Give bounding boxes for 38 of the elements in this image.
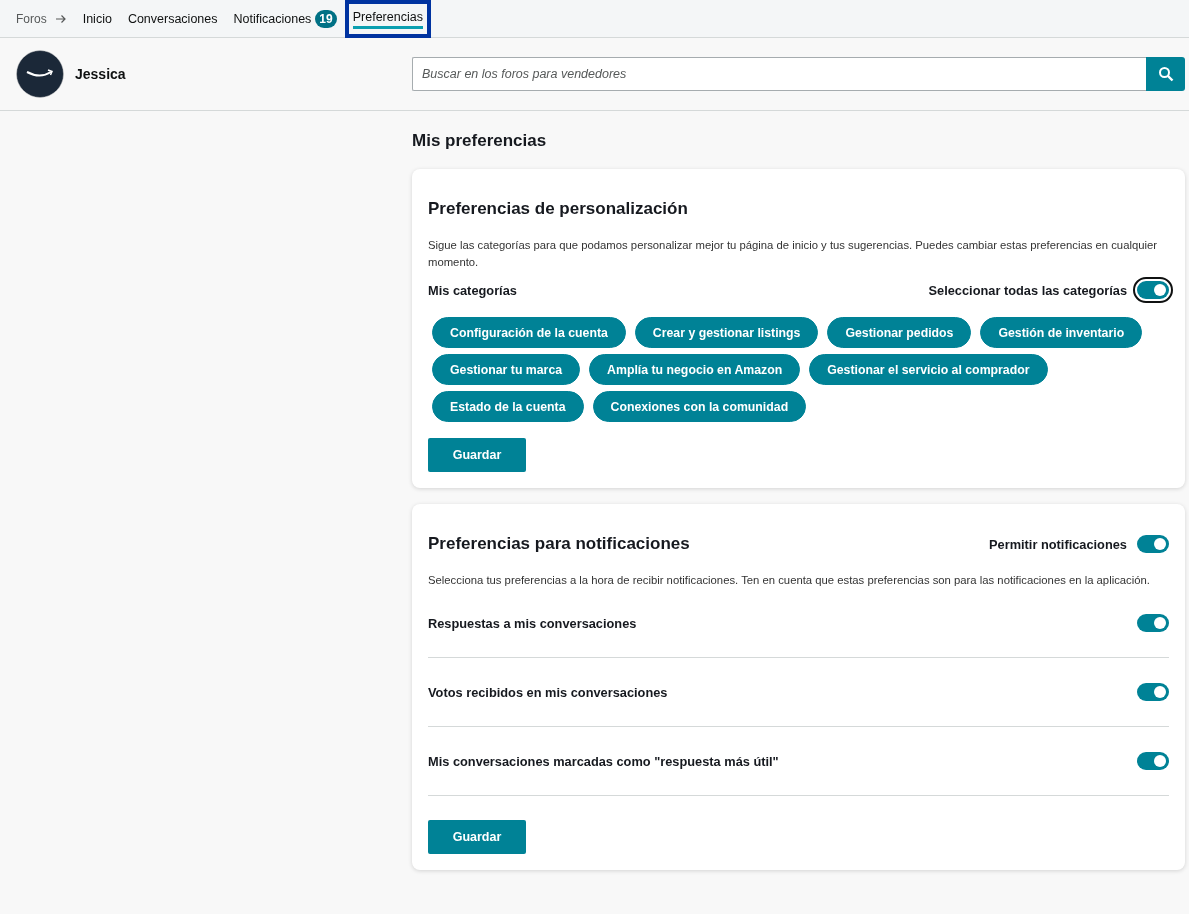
nav-tab[interactable]: Preferencias <box>344 0 431 38</box>
card-title: Preferencias de personalización <box>428 199 689 219</box>
count-badge: 19 <box>315 9 337 28</box>
toggle-switch[interactable] <box>1137 752 1169 770</box>
card-description: Selecciona tus preferencias a la hora de recibir notificaciones. Ten en cuenta que estas preferencias son para las notificaciones en la aplicación. <box>428 573 1151 588</box>
toggle-label: Seleccionar todas las categorías <box>928 282 1127 298</box>
toggle-switch[interactable] <box>1137 535 1169 553</box>
option-label: Respuestas a mis conversaciones <box>428 615 637 631</box>
category-chip[interactable]: Conexiones con la comunidad <box>592 391 807 422</box>
nav-tab[interactable]: Conversaciones <box>119 0 226 38</box>
toggle-label: Permitir notificaciones <box>989 536 1127 552</box>
toggle-switch[interactable] <box>1137 614 1169 632</box>
page-title: Mis preferencias <box>412 131 548 151</box>
avatar <box>16 50 64 98</box>
search-field[interactable]: Buscar en los foros para vendedores <box>412 57 1146 91</box>
save-button[interactable]: Guardar <box>428 438 526 472</box>
category-chip[interactable]: Estado de la cuenta <box>432 391 584 422</box>
category-chip[interactable]: Gestión de inventario <box>980 317 1143 348</box>
search-button[interactable] <box>1146 57 1185 91</box>
save-button[interactable]: Guardar <box>428 820 526 854</box>
breadcrumb-root[interactable]: Foros <box>16 11 47 26</box>
card-description: Sigue las categorías para que podamos personalizar mejor tu página de inicio y tus sugerencias. Puedes cambiar estas preferencias en cualquier momento. <box>428 238 1159 270</box>
section-label: Mis categorías <box>428 282 517 298</box>
card-title: Preferencias para notificaciones <box>428 534 690 554</box>
option-label: Votos recibidos en mis conversaciones <box>428 684 668 700</box>
arrow-right-icon <box>54 12 67 25</box>
category-chip[interactable]: Amplía tu negocio en Amazon <box>589 354 801 385</box>
category-chip[interactable]: Gestionar tu marca <box>432 354 581 385</box>
nav-tab[interactable]: Notificaciones 19 <box>225 0 345 38</box>
category-chip[interactable]: Crear y gestionar listings <box>634 317 819 348</box>
toggle-switch[interactable] <box>1137 683 1169 701</box>
search-icon <box>1157 66 1174 82</box>
user-name: Jessica <box>75 66 126 82</box>
nav-tab[interactable]: Inicio <box>74 0 120 38</box>
option-label: Mis conversaciones marcadas como "respuesta más útil" <box>428 753 779 769</box>
category-chip[interactable]: Configuración de la cuenta <box>432 317 626 348</box>
category-chip[interactable]: Gestionar pedidos <box>827 317 972 348</box>
category-chip[interactable]: Gestionar el servicio al comprador <box>809 354 1048 385</box>
